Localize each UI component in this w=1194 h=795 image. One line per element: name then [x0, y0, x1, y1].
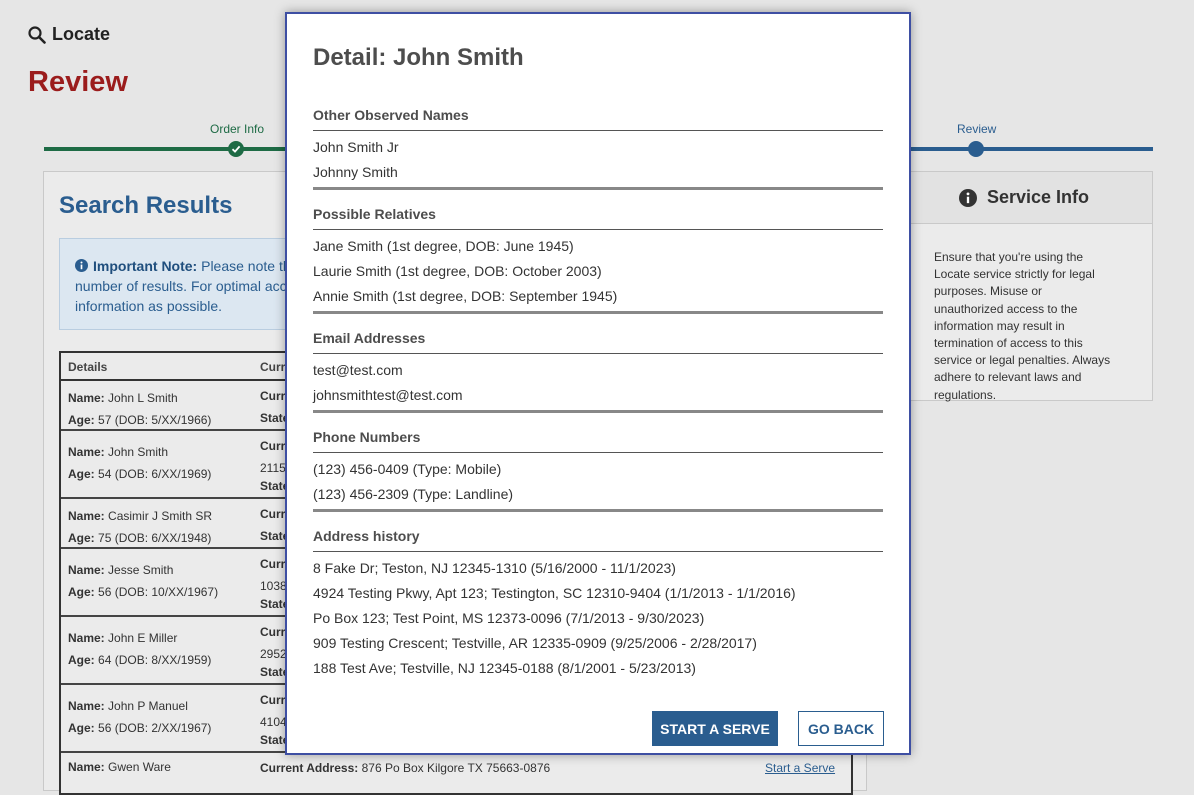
list-item: Annie Smith (1st degree, DOB: September … [313, 288, 618, 304]
section-address-history: Address history 8 Fake Dr; Teston, NJ 12… [313, 528, 883, 683]
section-title: Other Observed Names [313, 107, 469, 123]
go-back-button[interactable]: GO BACK [798, 711, 884, 746]
list-item: test@test.com [313, 362, 403, 378]
list-item: 4924 Testing Pkwy, Apt 123; Testington, … [313, 585, 796, 601]
list-item: Laurie Smith (1st degree, DOB: October 2… [313, 263, 602, 279]
section-title: Email Addresses [313, 330, 426, 346]
modal-title: Detail: John Smith [313, 44, 524, 71]
section-relatives: Possible Relatives Jane Smith (1st degre… [313, 206, 883, 314]
detail-modal: Detail: John Smith Other Observed Names … [285, 12, 911, 755]
section-title: Address history [313, 528, 420, 544]
list-item: John Smith Jr [313, 139, 399, 155]
list-item: 909 Testing Crescent; Testville, AR 1233… [313, 635, 757, 651]
list-item: Po Box 123; Test Point, MS 12373-0096 (7… [313, 610, 705, 626]
section-observed-names: Other Observed Names John Smith Jr Johnn… [313, 107, 883, 190]
section-title: Possible Relatives [313, 206, 436, 222]
start-serve-button[interactable]: START A SERVE [652, 711, 778, 746]
list-item: Johnny Smith [313, 164, 398, 180]
section-emails: Email Addresses test@test.com johnsmitht… [313, 330, 883, 413]
list-item: (123) 456-0409 (Type: Mobile) [313, 461, 502, 477]
section-phones: Phone Numbers (123) 456-0409 (Type: Mobi… [313, 429, 883, 512]
list-item: 188 Test Ave; Testville, NJ 12345-0188 (… [313, 660, 696, 676]
list-item: Jane Smith (1st degree, DOB: June 1945) [313, 238, 574, 254]
list-item: 8 Fake Dr; Teston, NJ 12345-1310 (5/16/2… [313, 560, 676, 576]
list-item: johnsmithtest@test.com [313, 387, 463, 403]
section-title: Phone Numbers [313, 429, 421, 445]
list-item: (123) 456-2309 (Type: Landline) [313, 486, 514, 502]
